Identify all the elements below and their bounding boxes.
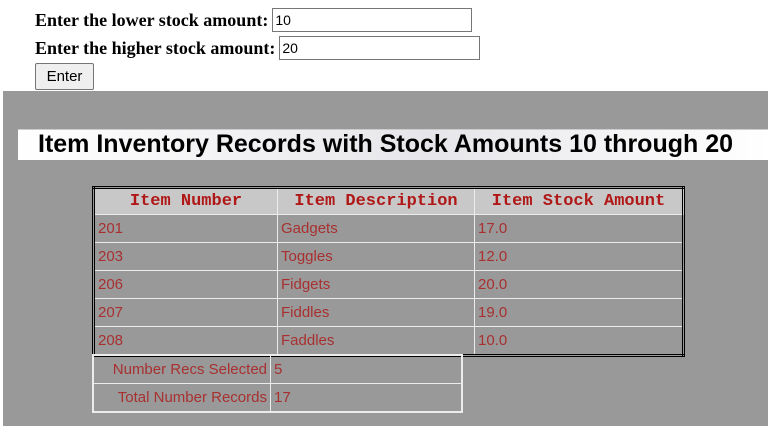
lower-stock-input[interactable]	[272, 8, 473, 32]
item-description-cell: Gadgets	[277, 214, 475, 243]
item-number-cell: 203	[93, 242, 278, 271]
summary-table: Number Recs Selected 5 Total Number Reco…	[92, 354, 463, 413]
report-panel: Item Inventory Records with Stock Amount…	[3, 91, 768, 426]
inventory-table: Item Number Item Description Item Stock …	[92, 186, 685, 357]
column-header-item-description: Item Description	[277, 187, 475, 215]
table-row: 201 Gadgets 17.0	[93, 214, 684, 243]
report-banner: Item Inventory Records with Stock Amount…	[18, 129, 768, 160]
table-row: 208 Faddles 10.0	[93, 326, 684, 356]
column-header-item-stock-amount: Item Stock Amount	[474, 187, 684, 215]
summary-row: Number Recs Selected 5	[92, 354, 463, 384]
summary-label: Total Number Records	[92, 383, 271, 413]
higher-stock-input[interactable]	[279, 36, 481, 60]
item-number-cell: 206	[93, 270, 278, 299]
summary-value: 5	[270, 354, 463, 384]
higher-stock-row: Enter the higher stock amount:	[35, 36, 481, 60]
summary-label: Number Recs Selected	[92, 354, 271, 384]
table-row: 206 Fidgets 20.0	[93, 270, 684, 299]
item-number-cell: 207	[93, 298, 278, 327]
item-stock-cell: 12.0	[474, 242, 684, 271]
column-header-item-number: Item Number	[93, 187, 278, 215]
enter-button[interactable]: Enter	[35, 63, 94, 90]
summary-value: 17	[270, 383, 463, 413]
item-number-cell: 201	[93, 214, 278, 243]
item-description-cell: Toggles	[277, 242, 475, 271]
lower-stock-row: Enter the lower stock amount:	[35, 8, 473, 32]
item-number-cell: 208	[93, 326, 278, 356]
item-stock-cell: 10.0	[474, 326, 684, 356]
item-description-cell: Fidgets	[277, 270, 475, 299]
item-description-cell: Fiddles	[277, 298, 475, 327]
item-stock-cell: 19.0	[474, 298, 684, 327]
item-stock-cell: 17.0	[474, 214, 684, 243]
table-row: 207 Fiddles 19.0	[93, 298, 684, 327]
item-description-cell: Faddles	[277, 326, 475, 356]
table-row: 203 Toggles 12.0	[93, 242, 684, 271]
higher-stock-label: Enter the higher stock amount:	[35, 37, 276, 58]
item-stock-cell: 20.0	[474, 270, 684, 299]
table-header-row: Item Number Item Description Item Stock …	[93, 187, 684, 215]
lower-stock-label: Enter the lower stock amount:	[35, 9, 269, 30]
summary-row: Total Number Records 17	[92, 383, 463, 413]
report-title: Item Inventory Records with Stock Amount…	[38, 130, 734, 158]
